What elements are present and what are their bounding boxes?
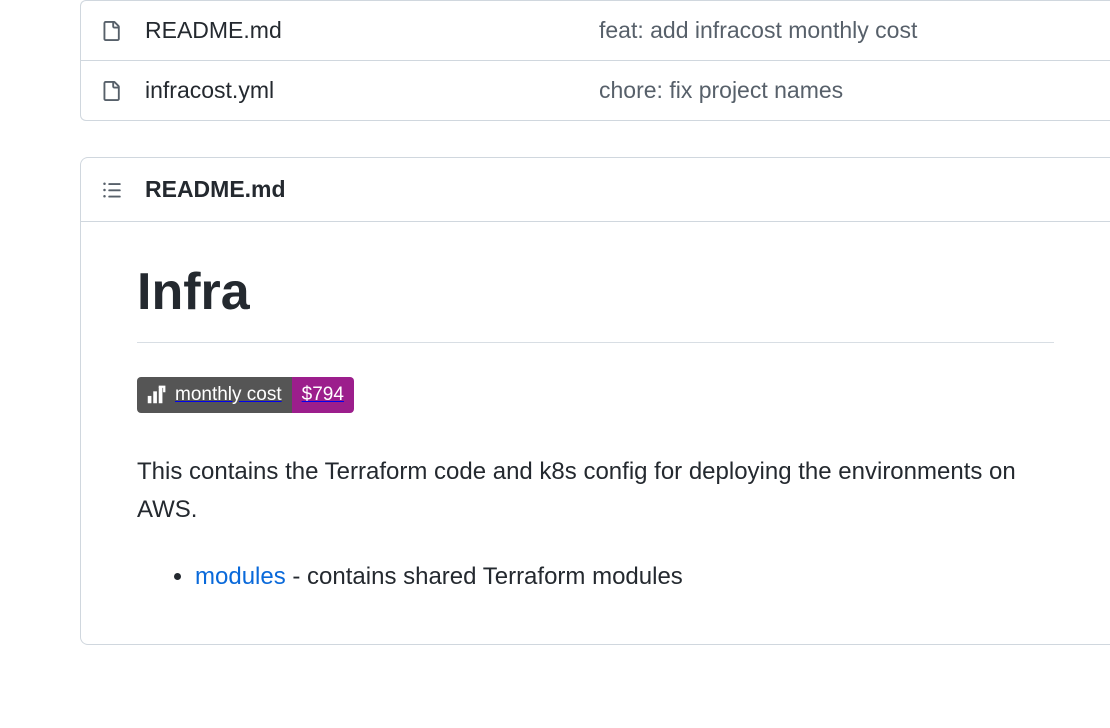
readme-intro: This contains the Terraform code and k8s… bbox=[137, 453, 1054, 530]
commit-message: feat: add infracost monthly cost bbox=[599, 17, 1090, 44]
file-name: README.md bbox=[145, 17, 575, 44]
list-icon[interactable] bbox=[101, 180, 123, 200]
cost-badge[interactable]: monthly cost $794 bbox=[137, 377, 354, 413]
readme-header: README.md bbox=[81, 158, 1110, 222]
readme-heading: Infra bbox=[137, 262, 1054, 343]
infracost-icon bbox=[145, 384, 167, 406]
commit-message: chore: fix project names bbox=[599, 77, 1090, 104]
file-name: infracost.yml bbox=[145, 77, 575, 104]
commit-link[interactable]: chore: fix project names bbox=[599, 77, 843, 103]
file-row: README.md feat: add infracost monthly co… bbox=[81, 1, 1110, 61]
badge-value: $794 bbox=[292, 377, 354, 413]
commit-link[interactable]: feat: add infracost monthly cost bbox=[599, 17, 917, 43]
file-link[interactable]: README.md bbox=[145, 17, 282, 43]
badge-label: monthly cost bbox=[175, 384, 282, 406]
file-row: infracost.yml chore: fix project names bbox=[81, 61, 1110, 120]
file-icon bbox=[101, 79, 121, 103]
readme-panel: README.md Infra monthly cost $794 This c… bbox=[80, 157, 1110, 645]
readme-list: modules - contains shared Terraform modu… bbox=[137, 558, 1054, 596]
readme-body: Infra monthly cost $794 This contains th… bbox=[81, 222, 1110, 644]
list-item: modules - contains shared Terraform modu… bbox=[195, 558, 1054, 596]
badge-label-section: monthly cost bbox=[137, 377, 292, 413]
modules-link[interactable]: modules bbox=[195, 563, 286, 590]
list-item-text: - contains shared Terraform modules bbox=[286, 563, 683, 590]
file-link[interactable]: infracost.yml bbox=[145, 77, 274, 103]
file-icon bbox=[101, 19, 121, 43]
file-list: README.md feat: add infracost monthly co… bbox=[80, 0, 1110, 121]
readme-filename: README.md bbox=[145, 176, 286, 203]
